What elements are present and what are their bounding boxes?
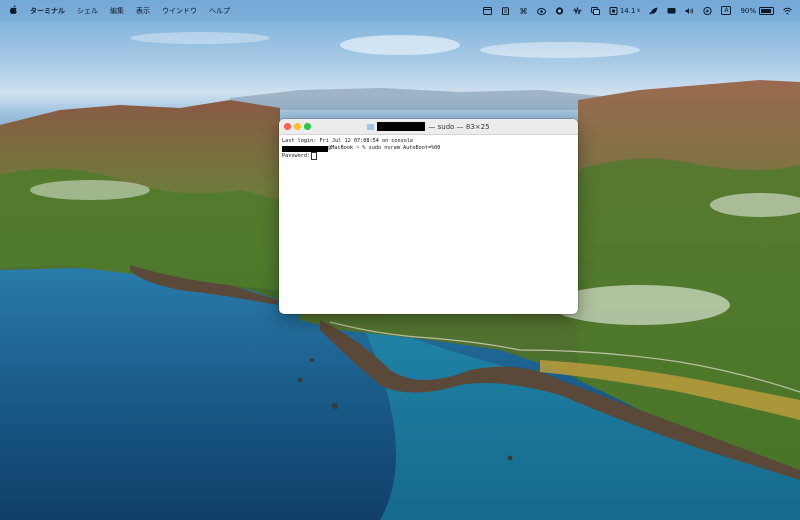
- terminal-line-command: @MacBook ~ % sudo nvram AutoBoot=%00: [282, 145, 575, 152]
- battery-percent: 90%: [740, 6, 756, 15]
- battery-icon: [759, 6, 774, 15]
- terminal-line-login: Last login: Fri Jul 12 07:08:54 on conso…: [282, 138, 414, 144]
- keyboard-input-icon[interactable]: A: [721, 6, 732, 15]
- folder-icon: [367, 123, 375, 130]
- text-cursor: [311, 152, 317, 161]
- menu-window[interactable]: ウインドウ: [162, 6, 197, 16]
- menu-bar: ターミナル シェル 編集 表示 ウインドウ ヘルプ ⌘ 14.1 k A 90%: [0, 0, 800, 21]
- close-button[interactable]: [284, 123, 291, 130]
- terminal-content[interactable]: Last login: Fri Jul 12 07:08:54 on conso…: [279, 135, 578, 163]
- window-title: — sudo — 83×25: [367, 122, 490, 131]
- rocket-icon[interactable]: [649, 7, 658, 15]
- sound-wave-icon[interactable]: [572, 6, 582, 15]
- creative-cloud-icon[interactable]: [536, 7, 546, 15]
- wifi-icon[interactable]: [783, 7, 792, 15]
- apple-logo-icon[interactable]: [9, 4, 18, 17]
- calendar-icon[interactable]: [482, 6, 492, 15]
- menu-view[interactable]: 表示: [136, 6, 150, 16]
- cpu-value: 14.1: [619, 6, 636, 15]
- zoom-button[interactable]: [304, 123, 311, 130]
- cpu-readout[interactable]: 14.1 k: [609, 6, 641, 15]
- redacted-username: [377, 122, 426, 131]
- redacted-username: [282, 145, 328, 152]
- menu-app-name[interactable]: ターミナル: [30, 6, 65, 16]
- cpu-unit: k: [637, 7, 641, 14]
- battery-fill: [761, 8, 771, 13]
- window-title-text: — sudo — 83×25: [428, 122, 490, 131]
- clipboard-icon[interactable]: [501, 6, 510, 15]
- menu-edit[interactable]: 編集: [110, 6, 124, 16]
- battery-status[interactable]: 90%: [740, 6, 774, 15]
- minimize-button[interactable]: [294, 123, 301, 130]
- menu-help[interactable]: ヘルプ: [209, 6, 230, 16]
- display-icon[interactable]: [667, 7, 676, 15]
- menu-shell[interactable]: シェル: [77, 6, 98, 16]
- command-icon[interactable]: ⌘: [519, 7, 528, 15]
- terminal-line-password: Password:: [282, 152, 575, 161]
- svg-text:⌘: ⌘: [519, 7, 527, 15]
- cpu-chip-icon: [609, 6, 618, 15]
- volume-icon[interactable]: [685, 7, 694, 15]
- play-icon[interactable]: [703, 6, 712, 15]
- window-titlebar[interactable]: — sudo — 83×25: [279, 119, 578, 135]
- terminal-window[interactable]: — sudo — 83×25 Last login: Fri Jul 12 07…: [279, 119, 578, 314]
- command-text: @MacBook ~ % sudo nvram AutoBoot=%00: [328, 145, 441, 152]
- password-prompt: Password:: [282, 152, 311, 159]
- screen-mirroring-icon[interactable]: [590, 6, 600, 15]
- status-c-icon[interactable]: [555, 6, 564, 15]
